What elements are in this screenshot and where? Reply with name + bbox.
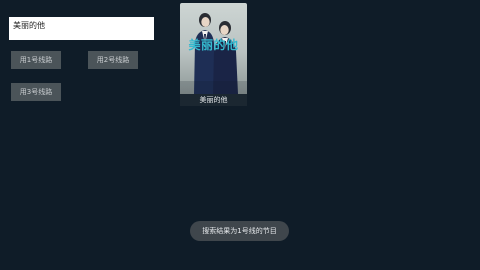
line-2-button[interactable]: 用2号线路: [88, 51, 138, 69]
search-input[interactable]: 美丽的他: [9, 17, 154, 40]
line-1-button[interactable]: 用1号线路: [11, 51, 61, 69]
poster-logo-text: 美丽的他: [188, 38, 239, 52]
poster-image: 美丽的他: [180, 3, 247, 94]
line-3-button[interactable]: 用3号线路: [11, 83, 61, 101]
result-card[interactable]: 美丽的他 美丽的他: [180, 3, 247, 106]
result-title: 美丽的他: [180, 94, 247, 106]
toast-message: 搜索结果为1号线的节目: [190, 221, 289, 241]
